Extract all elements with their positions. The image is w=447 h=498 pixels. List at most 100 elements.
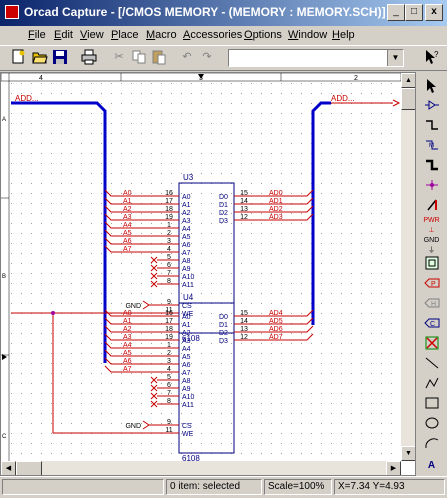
place-power-icon[interactable]: PWR ⊥: [421, 216, 442, 236]
grid-dot: [131, 413, 132, 414]
new-file-icon[interactable]: [9, 49, 27, 67]
minimize-button[interactable]: _: [387, 4, 405, 21]
grid-dot: [121, 223, 122, 224]
place-no-connect-icon[interactable]: [421, 336, 442, 356]
grid-dot: [351, 393, 352, 394]
grid-dot: [141, 373, 142, 374]
grid-dot: [101, 283, 102, 284]
grid-dot: [281, 223, 282, 224]
maximize-button[interactable]: □: [405, 4, 423, 21]
scroll-right-icon[interactable]: ▶: [386, 461, 401, 475]
place-line-icon[interactable]: [421, 356, 442, 376]
grid-dot: [71, 173, 72, 174]
grid-dot: [351, 163, 352, 164]
u3-ground-icon: [142, 300, 157, 310]
schematic-drawing[interactable]: 432ABCADD...ADD...U3A016A0A117A1A218A2A3…: [1, 73, 401, 461]
menu-place[interactable]: Place: [111, 29, 139, 41]
menu-file[interactable]: File: [28, 29, 46, 41]
u4-address-net-label: A7: [123, 366, 132, 373]
bus-entry-icon[interactable]: [421, 198, 442, 218]
grid-dot: [391, 243, 392, 244]
place-arc-icon[interactable]: [421, 436, 442, 456]
horizontal-scrollbar[interactable]: ◀ ▶: [1, 461, 401, 475]
place-hierarchical-pin-icon[interactable]: H: [421, 296, 442, 316]
paste-icon[interactable]: [150, 49, 168, 67]
app-icon[interactable]: [5, 5, 19, 19]
close-button[interactable]: x: [425, 4, 443, 21]
grid-dot: [321, 323, 322, 324]
place-bus-icon[interactable]: M: [421, 138, 442, 158]
open-folder-icon[interactable]: [31, 49, 49, 67]
menu-label: iew: [87, 29, 104, 41]
place-text-icon[interactable]: A: [421, 456, 442, 476]
place-off-page-icon[interactable]: C: [421, 316, 442, 336]
redo-icon[interactable]: ↷: [198, 49, 216, 67]
print-icon[interactable]: [80, 49, 98, 67]
menu-edit[interactable]: Edit: [54, 29, 73, 41]
place-ellipse-icon[interactable]: [421, 416, 442, 436]
grid-dot: [341, 233, 342, 234]
grid-dot: [101, 323, 102, 324]
grid-dot: [51, 253, 52, 254]
grid-dot: [391, 413, 392, 414]
scroll-up-icon[interactable]: ▲: [401, 73, 415, 88]
menu-options[interactable]: Options: [244, 29, 282, 41]
grid-dot: [231, 133, 232, 134]
schematic-canvas[interactable]: 432ABCADD...ADD...U3A016A0A117A1A218A2A3…: [0, 72, 416, 476]
grid-dot: [151, 213, 152, 214]
place-hierarchical-block-icon[interactable]: [421, 256, 442, 276]
grid-dot: [91, 453, 92, 454]
horizontal-scroll-thumb[interactable]: [16, 461, 42, 475]
vertical-scroll-thumb[interactable]: [401, 88, 415, 110]
grid-dot: [251, 363, 252, 364]
place-rectangle-icon[interactable]: [421, 396, 442, 416]
place-polyline-icon[interactable]: [421, 376, 442, 396]
grid-dot: [241, 343, 242, 344]
grid-dot: [361, 283, 362, 284]
grid-dot: [11, 193, 12, 194]
grid-dot: [291, 403, 292, 404]
grid-dot: [211, 233, 212, 234]
undo-icon[interactable]: ↶: [178, 49, 196, 67]
select-tool-icon[interactable]: [421, 78, 442, 98]
cut-icon[interactable]: ✂: [110, 49, 128, 67]
grid-dot: [101, 373, 102, 374]
help-pointer-icon[interactable]: ?: [422, 49, 440, 67]
scroll-left-icon[interactable]: ◀: [1, 461, 16, 475]
place-ground-icon[interactable]: GND ⏚: [421, 236, 442, 256]
place-port-icon[interactable]: P: [421, 276, 442, 296]
grid-dot: [41, 193, 42, 194]
copy-icon[interactable]: [130, 49, 148, 67]
grid-dot: [381, 133, 382, 134]
grid-dot: [21, 303, 22, 304]
menu-window[interactable]: Window: [288, 29, 327, 41]
grid-dot: [191, 113, 192, 114]
grid-dot: [231, 423, 232, 424]
place-junction-bus-icon[interactable]: [421, 158, 442, 178]
scroll-down-icon[interactable]: ▼: [401, 446, 415, 461]
place-part-icon[interactable]: [421, 98, 442, 118]
u3-data-pin-label: D1: [219, 202, 228, 209]
grid-dot: [211, 263, 212, 264]
grid-dot: [21, 243, 22, 244]
grid-dot: [361, 413, 362, 414]
grid-dot: [71, 363, 72, 364]
combo-dropdown-icon[interactable]: ▼: [387, 50, 403, 66]
grid-dot: [101, 293, 102, 294]
place-junction-icon[interactable]: [421, 178, 442, 198]
menu-macro[interactable]: Macro: [146, 29, 177, 41]
grid-dot: [51, 223, 52, 224]
grid-dot: [381, 363, 382, 364]
grid-dot: [51, 263, 52, 264]
grid-dot: [171, 423, 172, 424]
grid-dot: [91, 83, 92, 84]
menu-accessories[interactable]: Accessories: [183, 29, 242, 41]
save-icon[interactable]: [51, 49, 69, 67]
place-wire-icon[interactable]: [421, 118, 442, 138]
menu-view[interactable]: View: [80, 29, 104, 41]
part-combo-box[interactable]: ▼: [228, 49, 404, 67]
menu-help[interactable]: Help: [332, 29, 355, 41]
grid-dot: [11, 303, 12, 304]
vertical-scrollbar[interactable]: ▲ ▼: [401, 73, 415, 461]
grid-dot: [371, 403, 372, 404]
